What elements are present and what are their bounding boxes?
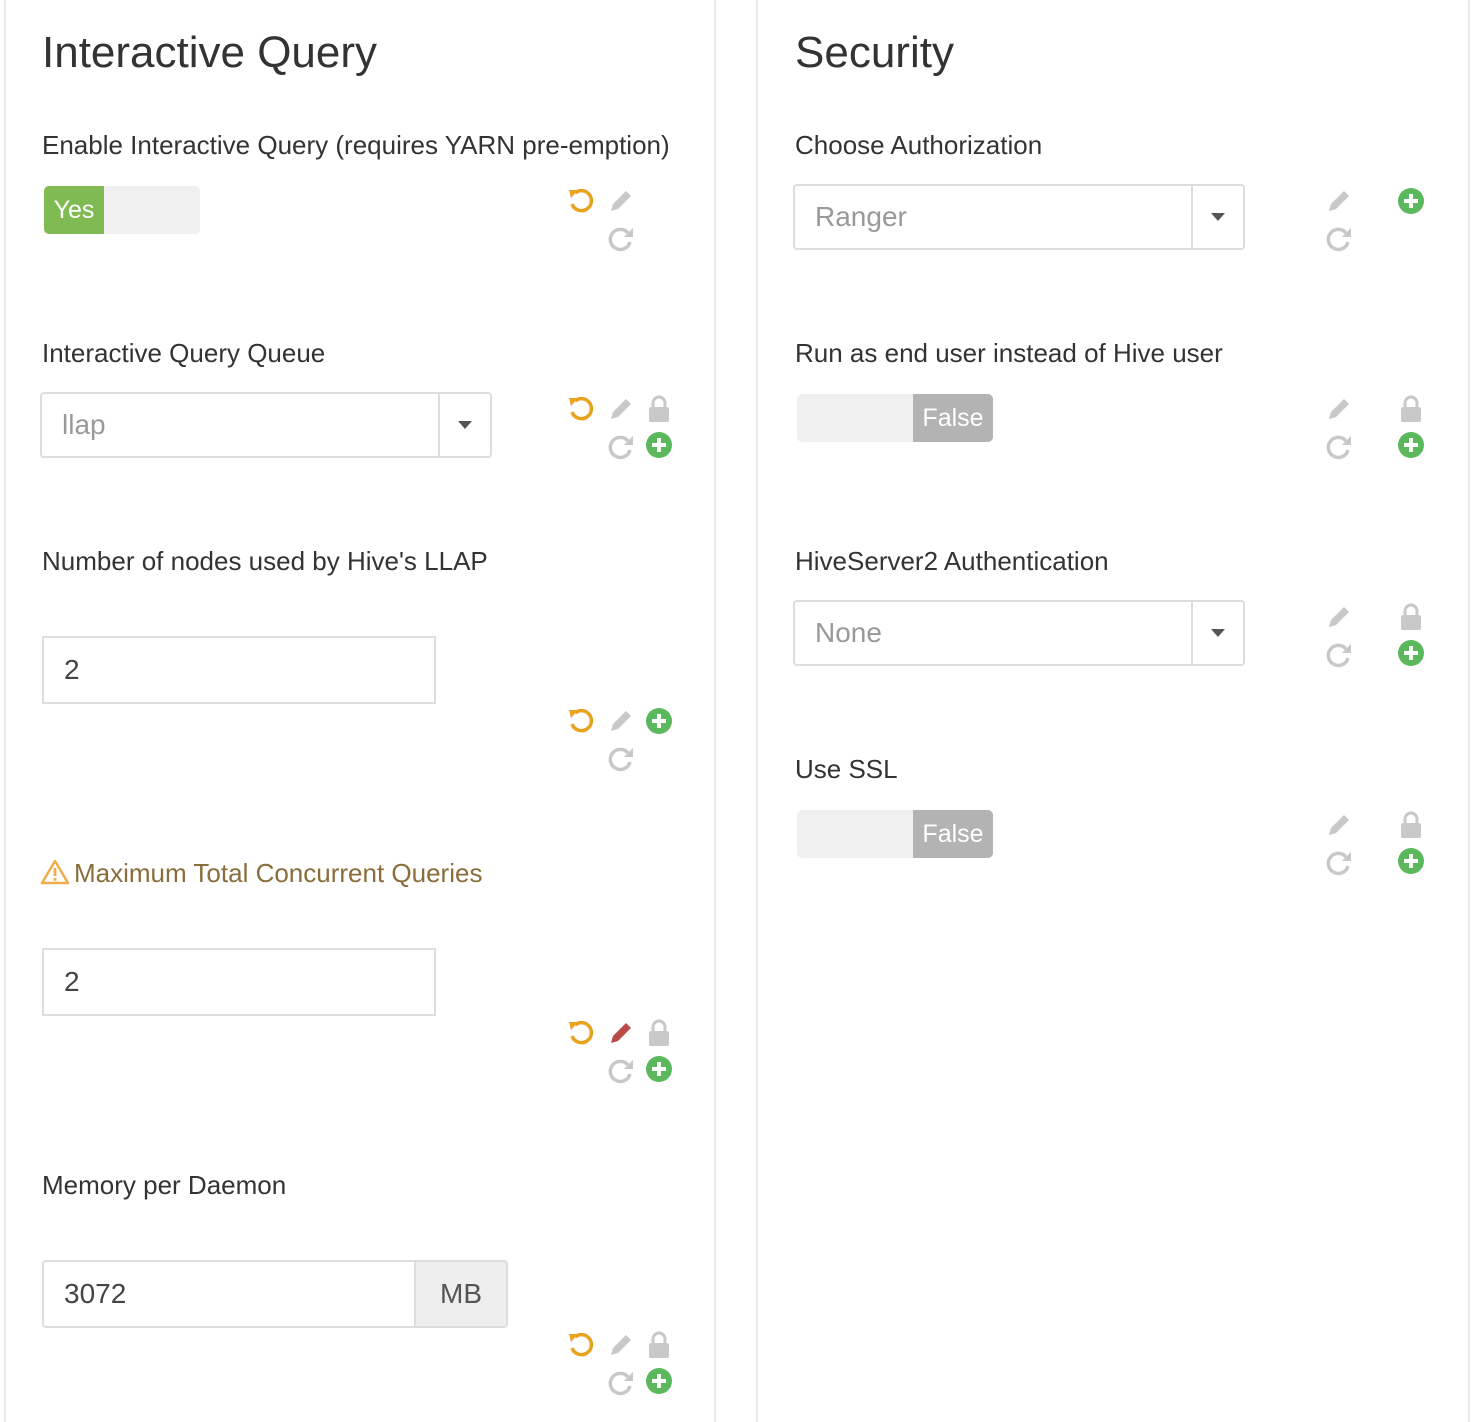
pencil-icon[interactable] xyxy=(606,706,636,736)
caret-down-icon xyxy=(1211,629,1225,637)
toggle-off-label: False xyxy=(913,810,993,858)
right-border xyxy=(1468,0,1470,1422)
pencil-icon[interactable] xyxy=(1324,186,1354,216)
plus-circle-icon[interactable] xyxy=(1396,186,1426,216)
authorization-label: Choose Authorization xyxy=(795,130,1043,160)
plus-circle-icon[interactable] xyxy=(644,706,674,736)
lock-icon[interactable] xyxy=(644,394,674,424)
run-as-toggle[interactable]: False xyxy=(797,394,993,442)
iq-queue-label: Interactive Query Queue xyxy=(42,338,326,368)
refresh-icon[interactable] xyxy=(1324,224,1354,254)
undo-icon[interactable] xyxy=(566,186,596,216)
warning-icon xyxy=(40,859,70,885)
undo-icon[interactable] xyxy=(566,394,596,424)
plus-circle-icon[interactable] xyxy=(644,1366,674,1396)
enable-iq-toggle[interactable]: Yes xyxy=(44,186,200,234)
max-queries-label-row: Maximum Total Concurrent Queries xyxy=(40,858,482,889)
page-title-interactive-query: Interactive Query xyxy=(42,28,378,77)
toggle-off-label: False xyxy=(913,394,993,442)
lock-icon[interactable] xyxy=(1396,394,1426,424)
undo-icon[interactable] xyxy=(566,1330,596,1360)
pencil-icon[interactable] xyxy=(1324,394,1354,424)
refresh-icon[interactable] xyxy=(606,744,636,774)
undo-icon[interactable] xyxy=(566,1018,596,1048)
llap-nodes-label: Number of nodes used by Hive's LLAP xyxy=(42,546,488,576)
left-border xyxy=(4,0,6,1422)
hs2-auth-label: HiveServer2 Authentication xyxy=(795,546,1109,576)
memory-label: Memory per Daemon xyxy=(42,1170,287,1200)
refresh-icon[interactable] xyxy=(606,432,636,462)
refresh-icon[interactable] xyxy=(606,1368,636,1398)
enable-iq-label: Enable Interactive Query (requires YARN … xyxy=(42,130,670,160)
column-divider-right xyxy=(756,0,758,1422)
refresh-icon[interactable] xyxy=(606,224,636,254)
llap-nodes-input[interactable]: 2 xyxy=(42,636,436,704)
pencil-icon[interactable] xyxy=(606,186,636,216)
page-title-security: Security xyxy=(795,28,954,77)
plus-circle-icon[interactable] xyxy=(1396,638,1426,668)
plus-circle-icon[interactable] xyxy=(1396,430,1426,460)
plus-circle-icon[interactable] xyxy=(1396,846,1426,876)
memory-unit: MB xyxy=(416,1260,508,1328)
max-queries-label: Maximum Total Concurrent Queries xyxy=(74,858,483,888)
authorization-value: Ranger xyxy=(815,201,907,232)
memory-input[interactable]: 3072 xyxy=(42,1260,416,1328)
pencil-icon[interactable] xyxy=(606,1018,636,1048)
plus-circle-icon[interactable] xyxy=(644,430,674,460)
refresh-icon[interactable] xyxy=(606,1056,636,1086)
iq-queue-value: llap xyxy=(62,409,106,440)
iq-queue-select[interactable]: llap xyxy=(40,392,492,458)
max-queries-input[interactable]: 2 xyxy=(42,948,436,1016)
ssl-label: Use SSL xyxy=(795,754,898,784)
authorization-select[interactable]: Ranger xyxy=(793,184,1245,250)
hs2-auth-value: None xyxy=(815,617,882,648)
refresh-icon[interactable] xyxy=(1324,640,1354,670)
run-as-label: Run as end user instead of Hive user xyxy=(795,338,1223,368)
undo-icon[interactable] xyxy=(566,706,596,736)
column-divider-left xyxy=(714,0,716,1422)
ssl-toggle[interactable]: False xyxy=(797,810,993,858)
hs2-auth-dropdown-button[interactable] xyxy=(1191,602,1243,664)
hs2-auth-select[interactable]: None xyxy=(793,600,1245,666)
caret-down-icon xyxy=(1211,213,1225,221)
lock-icon[interactable] xyxy=(644,1330,674,1360)
pencil-icon[interactable] xyxy=(606,1330,636,1360)
pencil-icon[interactable] xyxy=(1324,602,1354,632)
pencil-icon[interactable] xyxy=(606,394,636,424)
toggle-on-label: Yes xyxy=(44,186,104,234)
lock-icon[interactable] xyxy=(1396,602,1426,632)
caret-down-icon xyxy=(458,421,472,429)
refresh-icon[interactable] xyxy=(1324,432,1354,462)
lock-icon[interactable] xyxy=(644,1018,674,1048)
lock-icon[interactable] xyxy=(1396,810,1426,840)
pencil-icon[interactable] xyxy=(1324,810,1354,840)
iq-queue-dropdown-button[interactable] xyxy=(438,394,490,456)
refresh-icon[interactable] xyxy=(1324,848,1354,878)
plus-circle-icon[interactable] xyxy=(644,1054,674,1084)
authorization-dropdown-button[interactable] xyxy=(1191,186,1243,248)
